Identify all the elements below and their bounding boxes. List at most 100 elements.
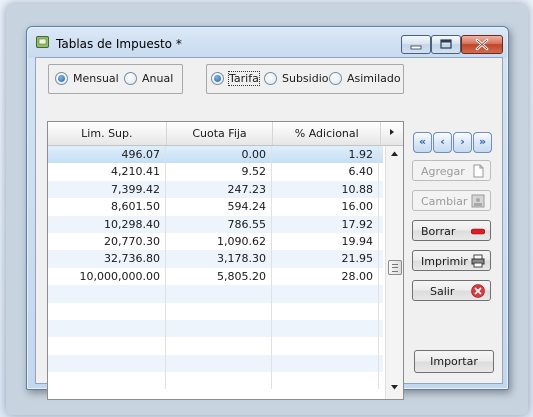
radio-anual[interactable]: Anual <box>124 72 173 85</box>
empty-row <box>48 337 383 355</box>
cell-lim-sup[interactable]: 10,000,000.00 <box>48 267 166 286</box>
type-radio-group: Tarifa Subsidio Asimilado <box>206 64 404 94</box>
table-row[interactable]: 10,298.40 786.55 17.92 <box>48 215 383 233</box>
table-row[interactable]: 32,736.80 3,178.30 21.95 <box>48 250 383 268</box>
empty-cell <box>166 337 272 355</box>
radio-label: Tarifa <box>228 71 260 86</box>
cell-cuota-fija[interactable]: 9.52 <box>166 163 272 181</box>
radio-indicator <box>124 72 137 85</box>
edit-record-icon <box>471 194 485 208</box>
cell-cuota-fija[interactable]: 5,805.20 <box>166 267 272 286</box>
empty-cell <box>48 354 166 373</box>
agregar-button[interactable]: Agregar <box>412 160 491 181</box>
empty-cell <box>48 285 166 303</box>
borrar-button[interactable]: Borrar <box>412 220 491 241</box>
vertical-scrollbar[interactable] <box>385 146 403 399</box>
radio-label: Subsidio <box>282 72 329 85</box>
button-label: Borrar <box>421 225 456 238</box>
cell-lim-sup[interactable]: 7,399.42 <box>48 180 166 199</box>
minimize-button[interactable] <box>401 35 431 54</box>
cell-cuota-fija[interactable]: 786.55 <box>166 215 272 233</box>
button-label: Salir <box>430 285 455 298</box>
cell-lim-sup[interactable]: 8,601.50 <box>48 198 166 216</box>
empty-cell <box>272 302 379 320</box>
table-row[interactable]: 20,770.30 1,090.62 19.94 <box>48 232 383 251</box>
empty-row <box>48 319 383 338</box>
empty-cell <box>166 302 272 320</box>
previous-record-button[interactable]: ‹ <box>433 132 452 153</box>
column-scroll-right-button[interactable] <box>381 122 403 145</box>
imprimir-button[interactable]: Imprimir <box>412 250 491 271</box>
empty-cell <box>48 372 166 390</box>
radio-label: Mensual <box>73 72 119 85</box>
cambiar-button[interactable]: Cambiar <box>412 190 491 211</box>
radio-mensual[interactable]: Mensual <box>55 72 119 85</box>
cell-porcentaje-adicional[interactable]: 21.95 <box>272 250 379 268</box>
radio-selected-indicator <box>211 72 224 85</box>
radio-asimilado[interactable]: Asimilado <box>329 72 401 85</box>
close-circle-icon <box>471 284 485 298</box>
column-header-lim-sup[interactable]: Lim. Sup. <box>48 122 167 145</box>
maximize-icon <box>440 39 452 49</box>
close-icon <box>475 38 489 51</box>
column-header-cuota-fija[interactable]: Cuota Fija <box>167 122 274 145</box>
column-header-porcentaje-adicional[interactable]: % Adicional <box>273 122 382 145</box>
table-row[interactable]: 496.07 0.00 1.92 <box>48 146 383 164</box>
table-row[interactable]: 8,601.50 594.24 16.00 <box>48 198 383 216</box>
radio-label: Asimilado <box>347 72 401 85</box>
empty-row <box>48 354 383 373</box>
close-button[interactable] <box>461 35 503 54</box>
empty-cell <box>48 319 166 338</box>
radio-subsidio[interactable]: Subsidio <box>264 72 329 85</box>
empty-cell <box>166 372 272 390</box>
cell-porcentaje-adicional[interactable]: 19.94 <box>272 232 379 251</box>
tax-table-grid[interactable]: Lim. Sup. Cuota Fija % Adicional 496.07 0… <box>47 121 404 400</box>
empty-cell <box>272 372 379 390</box>
cell-cuota-fija[interactable]: 247.23 <box>166 180 272 199</box>
button-label: Imprimir <box>421 255 468 268</box>
cell-porcentaje-adicional[interactable]: 17.92 <box>272 215 379 233</box>
empty-cell <box>166 285 272 303</box>
maximize-button[interactable] <box>431 35 461 54</box>
empty-cell <box>48 302 166 320</box>
cell-cuota-fija[interactable]: 3,178.30 <box>166 250 272 268</box>
minimize-icon <box>410 45 422 50</box>
window-title: Tablas de Impuesto * <box>56 37 182 51</box>
salir-button[interactable]: Salir <box>412 280 491 301</box>
cell-porcentaje-adicional[interactable]: 1.92 <box>272 146 379 164</box>
button-label: Agregar <box>421 165 465 178</box>
table-row[interactable]: 4,210.41 9.52 6.40 <box>48 163 383 181</box>
cell-lim-sup[interactable]: 4,210.41 <box>48 163 166 181</box>
cell-lim-sup[interactable]: 496.07 <box>48 146 166 164</box>
cell-porcentaje-adicional[interactable]: 16.00 <box>272 198 379 216</box>
cell-lim-sup[interactable]: 32,736.80 <box>48 250 166 268</box>
delete-minus-icon <box>471 228 485 235</box>
radio-tarifa[interactable]: Tarifa <box>211 71 260 86</box>
radio-selected-indicator <box>55 72 68 85</box>
cell-cuota-fija[interactable]: 0.00 <box>166 146 272 164</box>
new-document-icon <box>473 164 484 178</box>
table-row[interactable]: 7,399.42 247.23 10.88 <box>48 180 383 199</box>
scrollbar-thumb[interactable] <box>388 260 402 275</box>
importar-button[interactable]: Importar <box>414 350 494 373</box>
next-record-button[interactable]: › <box>453 132 472 153</box>
cell-porcentaje-adicional[interactable]: 10.88 <box>272 180 379 199</box>
empty-cell <box>48 337 166 355</box>
scroll-up-arrow-icon[interactable] <box>390 150 399 157</box>
radio-label: Anual <box>142 72 174 85</box>
cell-porcentaje-adicional[interactable]: 28.00 <box>272 267 379 286</box>
app-icon <box>36 36 49 48</box>
scroll-down-arrow-icon[interactable] <box>390 384 399 391</box>
cell-porcentaje-adicional[interactable]: 6.40 <box>272 163 379 181</box>
cell-lim-sup[interactable]: 20,770.30 <box>48 232 166 251</box>
cell-lim-sup[interactable]: 10,298.40 <box>48 215 166 233</box>
last-record-button[interactable]: » <box>473 132 492 153</box>
radio-indicator <box>329 72 342 85</box>
empty-cell <box>272 354 379 373</box>
empty-cell <box>272 285 379 303</box>
title-bar[interactable]: Tablas de Impuesto * <box>27 27 508 57</box>
cell-cuota-fija[interactable]: 594.24 <box>166 198 272 216</box>
table-row[interactable]: 10,000,000.00 5,805.20 28.00 <box>48 267 383 286</box>
first-record-button[interactable]: « <box>413 132 432 153</box>
cell-cuota-fija[interactable]: 1,090.62 <box>166 232 272 251</box>
